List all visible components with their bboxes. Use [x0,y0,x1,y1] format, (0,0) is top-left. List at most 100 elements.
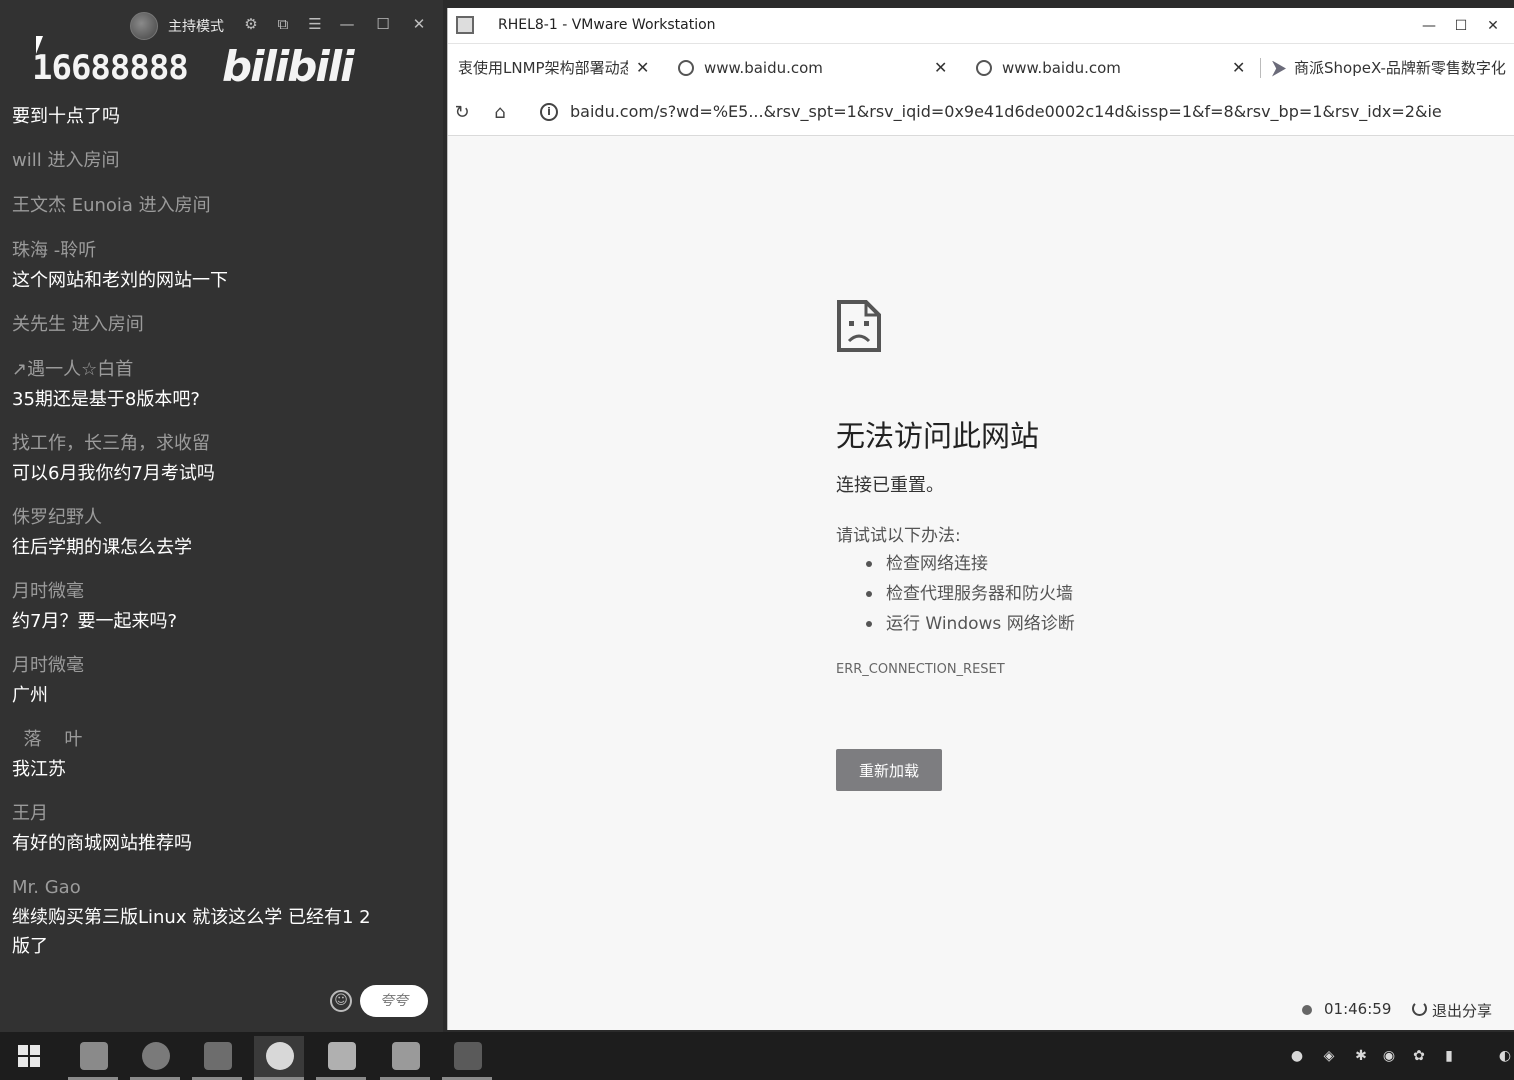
shopex-icon [1272,60,1286,77]
message-author: 月时微毫 [12,581,84,602]
tab-shopex[interactable]: 商派ShopeX-品牌新零售数字化 [1272,54,1514,82]
volume-icon[interactable]: ▮ [1440,1047,1458,1065]
taskbar-app-terminal[interactable] [442,1036,492,1080]
message-author: ↗遇一人☆白首 [12,359,134,380]
window-titlebar: RHEL8-1 - VMware Workstation — ☐ ✕ [448,8,1514,44]
close-icon[interactable]: ✕ [410,15,428,33]
home-icon[interactable]: ⌂ [488,101,512,125]
live-chat-panel: 主持模式 ⚙ ⧉ ☰ — ☐ ✕ 16688888 bilibili 要到十点了… [0,0,443,1032]
message-text: 要到十点了吗 [12,106,120,127]
message-author: Mr. Gao [12,877,81,898]
tab-baidu-2[interactable]: www.baidu.com [976,54,1176,82]
message-author: 王月 [12,803,48,824]
globe-icon [976,59,992,76]
share-timer: 01:46:59 [1324,1000,1392,1018]
taskbar-app-tool[interactable] [380,1036,430,1080]
minimize-icon[interactable]: — [1418,15,1440,37]
close-icon[interactable]: ✕ [636,54,649,82]
chat-message: 找工作，长三角，求收留 可以6月我你约7月考试吗 [12,429,432,488]
close-icon[interactable]: ✕ [1232,54,1245,82]
suggestion-item: 检查网络连接 [866,549,1075,579]
avatar[interactable] [130,12,158,40]
security-icon[interactable]: ◉ [1380,1047,1398,1065]
maximize-icon[interactable]: ☐ [1450,15,1472,37]
network-icon[interactable]: ◈ [1320,1047,1338,1065]
error-code: ERR_CONNECTION_RESET [836,662,1005,677]
vmware-icon [204,1042,232,1070]
power-icon[interactable] [1412,1001,1427,1016]
browser-tab-bar: 衷使用LNMP架构部署动态 ✕ www.baidu.com ✕ www.baid… [448,44,1514,92]
system-text: will 进入房间 [12,150,120,171]
taskbar-app-bilibili[interactable] [254,1036,304,1080]
taskbar: ● ◈ ✱ ◉ ✿ ▮ ◐ [0,1032,1514,1080]
chat-message: 珠海 -聆听 这个网站和老刘的网站一下 [12,236,432,295]
chat-message: 落 叶 我江苏 [12,725,432,784]
exit-share-button[interactable]: 退出分享 [1432,1000,1492,1021]
gear-icon[interactable]: ⚙ [242,15,260,33]
editor-icon [328,1042,356,1070]
taskbar-app-browser[interactable] [130,1036,180,1080]
chat-input[interactable] [360,985,428,1017]
tab-baidu-1[interactable]: www.baidu.com [678,54,878,82]
chat-message: 侏罗纪野人 往后学期的课怎么去学 [12,503,432,562]
suggestion-item[interactable]: 运行 Windows 网络诊断 [866,609,1075,639]
reload-button[interactable]: 重新加载 [836,749,942,791]
suggestion-item[interactable]: 检查代理服务器和防火墙 [866,579,1075,609]
taskbar-app-vmware[interactable] [192,1036,242,1080]
error-heading: 无法访问此网站 [836,419,1040,453]
popout-icon[interactable]: ⧉ [274,15,292,33]
system-message: 王文杰 Eunoia 进入房间 [12,191,432,221]
settings-icon[interactable]: ✿ [1410,1047,1428,1065]
message-text-continued: 版了 [12,936,48,957]
brand-row: 16688888 bilibili [0,38,443,94]
tab-label: 商派ShopeX-品牌新零售数字化 [1294,59,1506,77]
message-text: 往后学期的课怎么去学 [12,537,192,558]
vmware-window: RHEL8-1 - VMware Workstation — ☐ ✕ 衷使用LN… [447,8,1514,1030]
minimize-icon[interactable]: — [338,15,356,33]
globe-icon [678,59,694,76]
system-text: 关先生 进入房间 [12,314,144,335]
maximize-icon[interactable]: ☐ [374,15,392,33]
message-author: 落 叶 [12,729,83,750]
tab-separator [1260,58,1261,78]
chat-message: 月时微毫 广州 [12,651,432,710]
emoji-icon[interactable]: ☺ [330,990,352,1012]
message-author: 找工作，长三角，求收留 [12,433,210,454]
bluetooth-icon[interactable]: ✱ [1352,1047,1370,1065]
windows-start-icon[interactable] [18,1045,40,1067]
tool-icon [392,1042,420,1070]
chat-message: ↗遇一人☆白首 35期还是基于8版本吧? [12,355,432,414]
refresh-icon[interactable]: ↻ [450,101,474,125]
message-text: 可以6月我你约7月考试吗 [12,463,215,484]
tab-label: 衷使用LNMP架构部署动态 [458,59,628,77]
message-text: 我江苏 [12,759,66,780]
menu-icon[interactable]: ☰ [306,15,324,33]
chat-message-list: 要到十点了吗 will 进入房间 王文杰 Eunoia 进入房间 珠海 -聆听 … [12,102,432,976]
taskbar-app-editor[interactable] [316,1036,366,1080]
url-field[interactable]: baidu.com/s?wd=%E5...&rsv_spt=1&rsv_iqid… [570,102,1510,121]
chat-message: Mr. Gao 继续购买第三版Linux 就该这么学 已经有1 2 版了 [12,873,432,961]
microphone-icon[interactable]: ● [1288,1047,1306,1065]
message-text: 广州 [12,685,48,706]
system-message: will 进入房间 [12,146,432,176]
close-icon[interactable]: ✕ [934,54,947,82]
close-icon[interactable]: ✕ [1482,15,1504,37]
window-title: RHEL8-1 - VMware Workstation [498,17,716,33]
chat-input-bar: ☺ [0,980,443,1026]
suggestion-list: 检查网络连接 检查代理服务器和防火墙 运行 Windows 网络诊断 [866,549,1075,639]
tab-label: www.baidu.com [704,59,823,77]
screen-share-bar: 01:46:59 退出分享 [1288,997,1508,1023]
taskbar-app-file-explorer[interactable] [68,1036,118,1080]
info-icon[interactable]: i [540,103,558,121]
chat-message: 王月 有好的商城网站推荐吗 [12,799,432,858]
browser-icon [142,1042,170,1070]
bilibili-logo: bilibili [222,42,355,91]
message-author: 珠海 -聆听 [12,240,97,261]
folder-icon [80,1042,108,1070]
message-text: 这个网站和老刘的网站一下 [12,270,228,291]
message-author: 月时微毫 [12,655,84,676]
notification-icon[interactable]: ◐ [1496,1047,1514,1065]
tab-lnmp[interactable]: 衷使用LNMP架构部署动态 [458,54,628,82]
sad-page-icon [837,300,881,352]
message-text: 继续购买第三版Linux 就该这么学 已经有1 2 [12,907,371,928]
